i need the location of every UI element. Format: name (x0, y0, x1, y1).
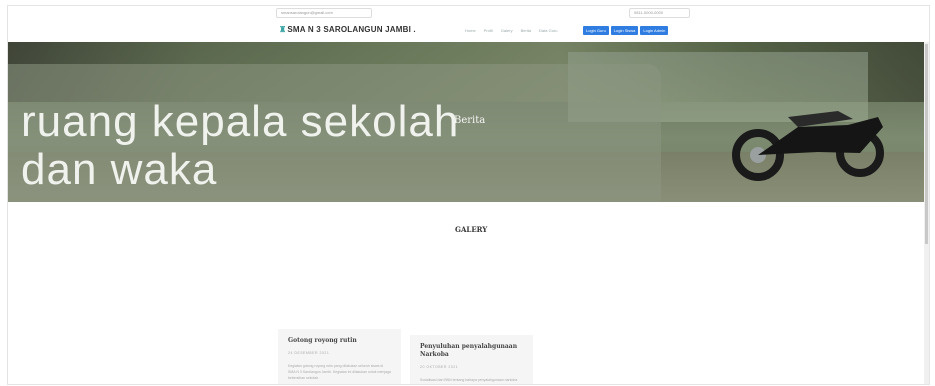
card-text: Kegiatan gotong royong rutin yang dilaku… (288, 364, 391, 380)
card-date: 24 DESEMBER 2021 (288, 351, 330, 355)
phone-field[interactable]: 0811-0000-0000 (629, 8, 690, 18)
card-title[interactable]: Penyuluhan penyalahgunaan Narkoba (420, 343, 523, 359)
motorcycle-image (732, 111, 884, 181)
hero-label: Berita (454, 115, 486, 126)
main-menu: Home Profil Galery Berita Data Guru (465, 28, 557, 33)
brand-name: SMA N 3 SAROLANGUN JAMBI . (287, 25, 416, 34)
browser-page: smansarolangun@gmail.com 0811-0000-0000 … (7, 5, 930, 385)
card-title[interactable]: Gotong royong rutin (288, 337, 391, 345)
menu-item-berita[interactable]: Berita (521, 28, 531, 33)
email-field[interactable]: smansarolangun@gmail.com (276, 8, 372, 18)
menu-item-home[interactable]: Home (465, 28, 476, 33)
login-siswa-button[interactable]: Login Siswa (610, 26, 639, 35)
login-buttons: Login Guru Login Siswa Login Admin (583, 26, 669, 35)
news-card[interactable]: Penyuluhan penyalahgunaan Narkoba 20 OKT… (410, 335, 533, 384)
navbar: ♜SMA N 3 SAROLANGUN JAMBI . Home Profil … (8, 19, 929, 44)
scrollbar[interactable] (924, 42, 929, 384)
school-logo-icon: ♜ (279, 25, 287, 34)
top-info-bar: smansarolangun@gmail.com 0811-0000-0000 (8, 6, 929, 20)
card-text: Sosialisasi dari BNN tentang bahaya peny… (420, 378, 518, 382)
hero-banner: ruang kepala sekolah dan waka Berita (8, 42, 929, 202)
brand-link[interactable]: ♜SMA N 3 SAROLANGUN JAMBI . (279, 25, 416, 34)
login-admin-button[interactable]: Login Admin (640, 26, 669, 35)
card-date: 20 OKTOBER 2021 (420, 365, 459, 369)
login-guru-button[interactable]: Login Guru (583, 26, 609, 35)
menu-item-data-guru[interactable]: Data Guru (539, 28, 557, 33)
menu-item-profil[interactable]: Profil (484, 28, 493, 33)
news-card[interactable]: Gotong royong rutin 24 DESEMBER 2021 Keg… (278, 329, 401, 384)
scrollbar-thumb[interactable] (925, 44, 928, 244)
hero-title-line2: dan waka (21, 145, 218, 194)
galery-heading: GALERY (455, 225, 488, 234)
hero-title-line1: ruang kepala sekolah (21, 97, 460, 146)
menu-item-galery[interactable]: Galery (501, 28, 513, 33)
